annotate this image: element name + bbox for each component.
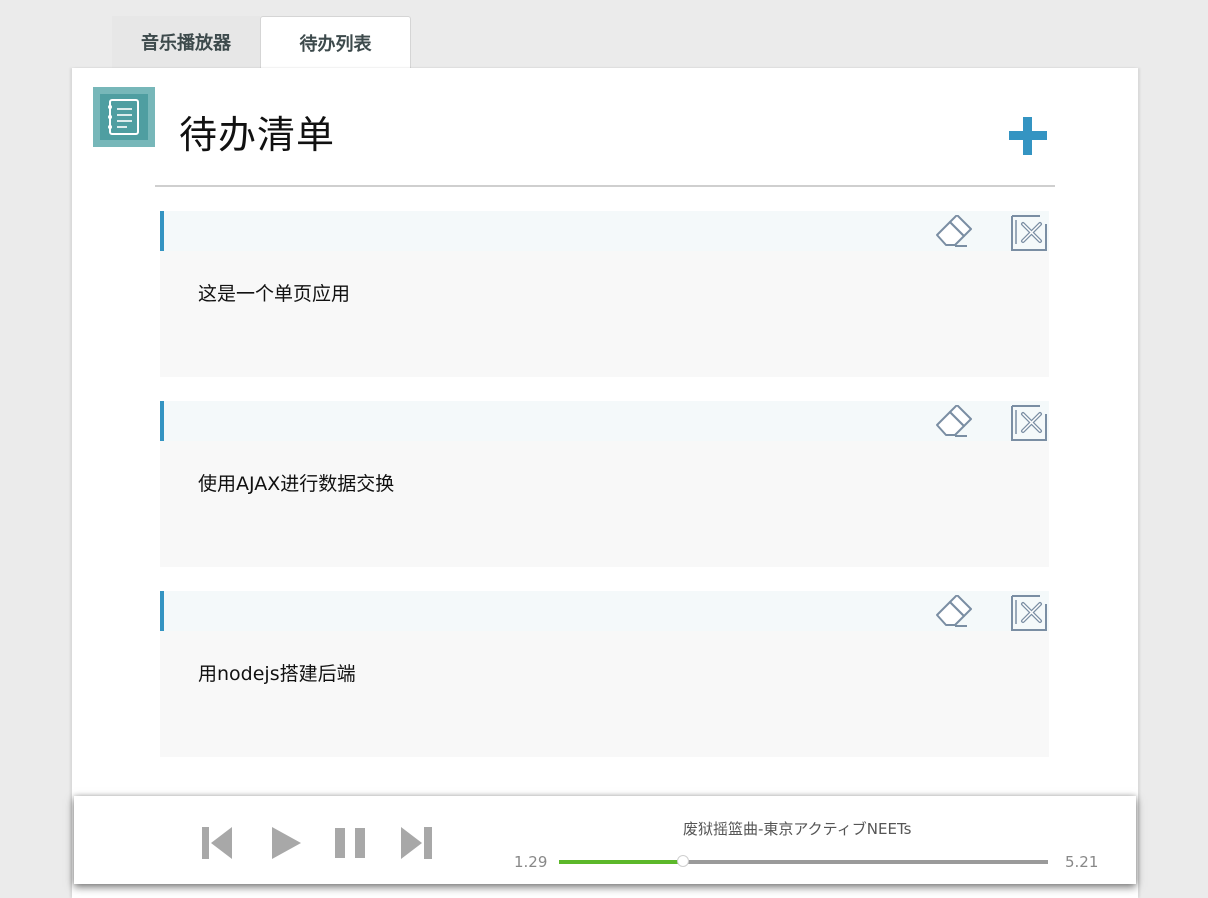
todo-list: 这是一个单页应用 使用AJAX进行数据交换 用nodejs搭建后端 [160, 211, 1049, 781]
todo-accent-bar [160, 591, 164, 631]
progress-knob[interactable] [677, 855, 690, 867]
plus-icon [1009, 117, 1047, 155]
music-player-bar: 废狱摇篮曲-東京アクティブNEETs 1.29 5.21 [74, 796, 1136, 884]
app-page: 音乐播放器 待办列表 待办清单 这是一个单页应用 使用AJAX进行数据交换 用n… [0, 0, 1208, 898]
add-todo-button[interactable] [1008, 116, 1048, 156]
header-divider [155, 185, 1055, 187]
todo-text[interactable]: 使用AJAX进行数据交换 [198, 469, 394, 496]
previous-button[interactable] [201, 826, 233, 860]
current-time: 1.29 [514, 853, 548, 871]
delete-todo-button[interactable] [1010, 594, 1048, 631]
pause-icon [335, 828, 365, 858]
todo-item-header [160, 211, 1049, 251]
todo-item: 使用AJAX进行数据交换 [160, 401, 1049, 567]
delete-box-icon [1011, 215, 1047, 251]
pause-button[interactable] [334, 826, 366, 860]
clear-todo-button[interactable] [933, 404, 973, 441]
play-icon [272, 827, 301, 859]
next-button[interactable] [400, 826, 433, 860]
total-time: 5.21 [1065, 853, 1099, 871]
tab-music-player-label: 音乐播放器 [141, 33, 231, 54]
previous-icon [202, 827, 232, 859]
delete-box-icon [1011, 595, 1047, 631]
page-title: 待办清单 [179, 113, 336, 157]
progress-bar[interactable] [559, 855, 1048, 867]
todo-text[interactable]: 这是一个单页应用 [198, 279, 350, 306]
todo-item: 用nodejs搭建后端 [160, 591, 1049, 757]
todo-accent-bar [160, 211, 164, 251]
notebook-icon [93, 87, 155, 147]
play-button[interactable] [271, 826, 303, 860]
eraser-icon [936, 214, 972, 247]
todo-panel: 待办清单 这是一个单页应用 使用AJAX进行数据交换 用nodejs搭建后端 [72, 68, 1138, 898]
delete-box-icon [1011, 405, 1047, 441]
todo-item: 这是一个单页应用 [160, 211, 1049, 377]
eraser-icon [936, 404, 972, 437]
delete-todo-button[interactable] [1010, 404, 1048, 441]
todo-accent-bar [160, 401, 164, 441]
clear-todo-button[interactable] [933, 594, 973, 631]
clear-todo-button[interactable] [933, 214, 973, 251]
todo-item-header [160, 591, 1049, 631]
todo-item-header [160, 401, 1049, 441]
song-title: 废狱摇篮曲-東京アクティブNEETs [683, 820, 912, 838]
tab-todo-list[interactable]: 待办列表 [260, 16, 411, 69]
todo-text[interactable]: 用nodejs搭建后端 [198, 659, 356, 686]
next-icon [401, 827, 432, 859]
progress-fill [559, 860, 684, 864]
delete-todo-button[interactable] [1010, 214, 1048, 251]
tab-bar: 音乐播放器 待办列表 [112, 16, 411, 69]
tab-todo-list-label: 待办列表 [299, 34, 372, 55]
eraser-icon [936, 594, 972, 627]
tab-music-player[interactable]: 音乐播放器 [112, 16, 260, 68]
